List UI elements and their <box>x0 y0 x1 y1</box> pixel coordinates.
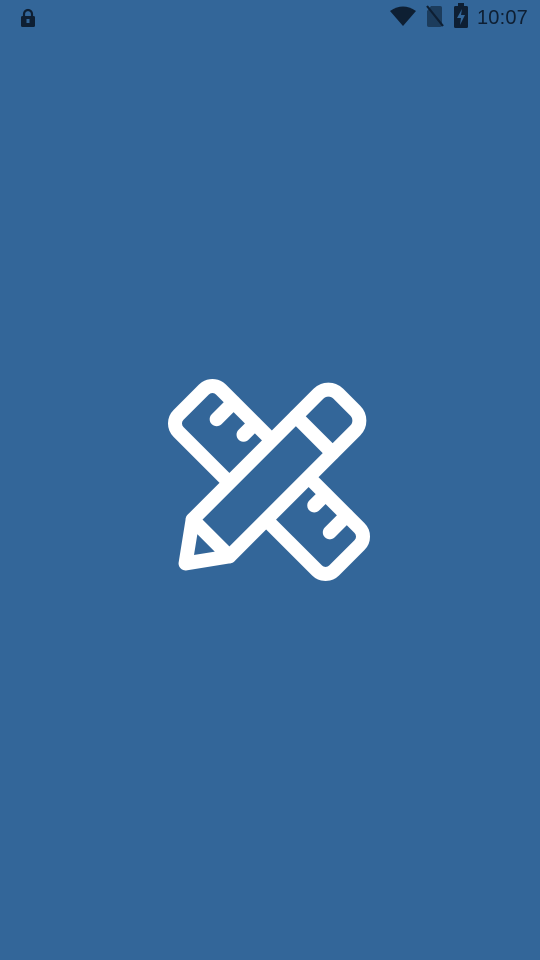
ruler-pencil-icon <box>160 370 380 590</box>
wifi-icon <box>389 5 417 32</box>
status-time: 10:07 <box>476 7 528 29</box>
no-sim-icon <box>425 4 445 33</box>
status-icons: 10:07 <box>389 0 528 36</box>
splash-screen: 10:07 <box>0 0 540 960</box>
status-bar: 10:07 <box>0 0 540 36</box>
lock-icon <box>18 8 38 28</box>
battery-charging-icon <box>453 2 469 34</box>
